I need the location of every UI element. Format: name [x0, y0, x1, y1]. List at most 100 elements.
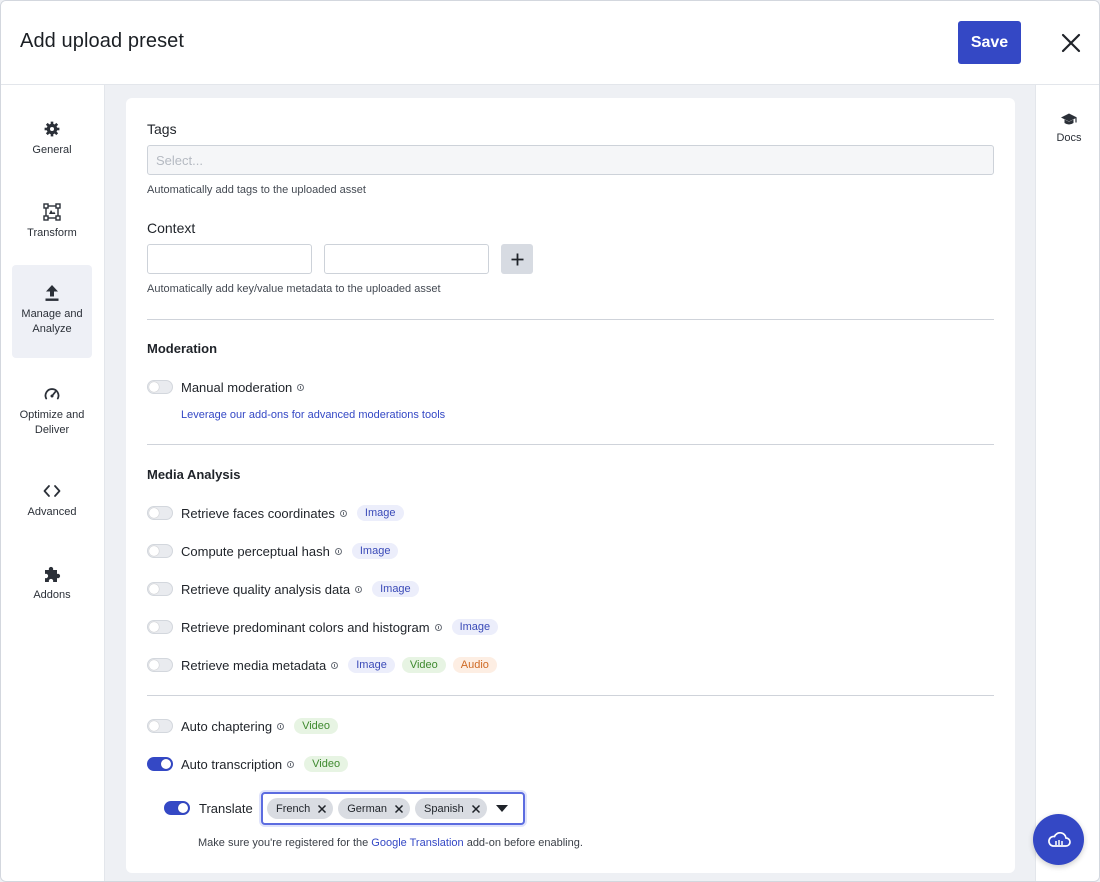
upload-icon — [42, 283, 62, 303]
context-value-input[interactable] — [324, 244, 489, 274]
video-badge: Video — [401, 657, 446, 673]
auto-transcription-toggle[interactable] — [147, 757, 173, 771]
perceptual-hash-toggle[interactable] — [147, 544, 173, 558]
sidebar-item-label: General — [32, 144, 72, 156]
sidebar-item-optimize-and-deliver[interactable]: Optimize and Deliver — [12, 384, 92, 438]
close-icon[interactable] — [1057, 29, 1085, 57]
chip-label: French — [276, 802, 311, 815]
sidebar-item-label: Manage and Analyze — [21, 308, 83, 335]
tags-label: Tags — [147, 121, 177, 137]
sidebar-item-transform[interactable]: Transform — [12, 202, 92, 241]
auto-chaptering-toggle[interactable] — [147, 719, 173, 733]
header: Add upload preset Save — [1, 1, 1099, 85]
audio-badge: Audio — [452, 657, 497, 673]
moderation-title: Moderation — [147, 341, 218, 356]
code-icon — [42, 481, 62, 501]
info-icon[interactable] — [434, 623, 442, 631]
info-icon[interactable] — [287, 760, 295, 768]
tags-select[interactable] — [147, 145, 994, 175]
media-metadata-label: Retrieve media metadata — [181, 657, 327, 673]
faces-coordinates-label: Retrieve faces coordinates — [181, 505, 335, 521]
quality-analysis-row: Retrieve quality analysis data Image — [147, 579, 419, 599]
language-chip-french: French — [267, 798, 334, 819]
quality-analysis-label: Retrieve quality analysis data — [181, 581, 351, 597]
sidebar-item-general[interactable]: General — [12, 119, 92, 158]
auto-transcription-label: Auto transcription — [181, 756, 283, 772]
sidebar-item-label: Transform — [27, 227, 77, 239]
translate-row: Translate — [164, 792, 253, 824]
sidebar-item-label: Advanced — [27, 506, 77, 518]
sidebar-item-addons[interactable]: Addons — [12, 564, 92, 603]
docs-button[interactable]: Docs — [1036, 111, 1099, 144]
translate-languages-select[interactable]: French German Spanish — [261, 792, 525, 825]
page-title: Add upload preset — [20, 30, 185, 52]
sidebar-item-label: Optimize and Deliver — [19, 409, 85, 436]
gauge-icon — [42, 384, 62, 404]
plus-icon — [511, 253, 523, 265]
predominant-colors-label: Retrieve predominant colors and histogra… — [181, 619, 430, 635]
context-label: Context — [147, 220, 196, 236]
image-badge: Image — [348, 657, 395, 673]
predominant-colors-toggle[interactable] — [147, 620, 173, 634]
image-badge: Image — [372, 581, 419, 597]
translate-note: Make sure you're registered for the Goog… — [198, 837, 583, 849]
docs-label: Docs — [1056, 132, 1082, 144]
context-helper: Automatically add key/value metadata to … — [147, 283, 441, 295]
auto-chaptering-label: Auto chaptering — [181, 718, 273, 734]
save-button[interactable]: Save — [958, 21, 1021, 64]
chip-label: German — [347, 802, 387, 815]
cloud-icon — [1047, 831, 1071, 847]
sidebar-item-manage-and-analyze[interactable]: Manage and Analyze — [12, 265, 92, 358]
auto-chaptering-row: Auto chaptering Video — [147, 716, 339, 736]
info-icon[interactable] — [277, 722, 285, 730]
close-icon[interactable] — [471, 804, 481, 814]
quality-analysis-toggle[interactable] — [147, 582, 173, 596]
image-badge: Image — [351, 543, 399, 559]
close-icon[interactable] — [394, 804, 404, 814]
add-context-button[interactable] — [501, 244, 533, 274]
note-text: Make sure you're registered for the — [198, 837, 372, 849]
faces-coordinates-row: Retrieve faces coordinates Image — [147, 503, 404, 523]
graduation-cap-icon — [1059, 111, 1079, 129]
media-metadata-row: Retrieve media metadata Image Video Audi… — [147, 655, 497, 675]
right-rail: Docs — [1035, 85, 1099, 881]
close-icon[interactable] — [317, 804, 327, 814]
perceptual-hash-label: Compute perceptual hash — [181, 543, 330, 559]
note-text: add-on before enabling. — [463, 837, 583, 849]
image-badge: Image — [356, 505, 404, 521]
info-icon[interactable] — [355, 585, 363, 593]
info-icon[interactable] — [339, 509, 347, 517]
info-icon[interactable] — [297, 383, 305, 391]
modal-frame: Add upload preset Save General Transform… — [0, 0, 1100, 882]
settings-card: Tags Automatically add tags to the uploa… — [126, 98, 1015, 873]
context-key-input[interactable] — [147, 244, 312, 274]
sidebar: General Transform Manage and Analyze Opt… — [1, 85, 105, 881]
google-translation-link[interactable]: Google Translation — [371, 837, 463, 849]
sidebar-item-label: Addons — [33, 589, 71, 601]
sidebar-item-advanced[interactable]: Advanced — [12, 481, 92, 520]
perceptual-hash-row: Compute perceptual hash Image — [147, 541, 399, 561]
language-chip-german: German — [338, 798, 410, 819]
media-metadata-toggle[interactable] — [147, 658, 173, 672]
video-badge: Video — [304, 756, 349, 772]
gear-icon — [42, 119, 62, 139]
puzzle-icon — [42, 564, 62, 584]
predominant-colors-row: Retrieve predominant colors and histogra… — [147, 617, 499, 637]
video-badge: Video — [294, 718, 339, 734]
info-icon[interactable] — [331, 661, 339, 669]
info-icon[interactable] — [334, 547, 342, 555]
transform-icon — [42, 202, 62, 222]
translate-toggle[interactable] — [164, 801, 190, 815]
tags-helper: Automatically add tags to the uploaded a… — [147, 184, 366, 196]
divider — [147, 444, 994, 445]
manual-moderation-toggle[interactable] — [147, 380, 173, 394]
divider — [147, 695, 994, 696]
chevron-down-icon[interactable] — [495, 805, 508, 812]
language-chip-spanish: Spanish — [415, 798, 487, 819]
faces-coordinates-toggle[interactable] — [147, 506, 173, 520]
media-analysis-title: Media Analysis — [147, 467, 241, 482]
auto-transcription-row: Auto transcription Video — [147, 754, 349, 774]
translate-label: Translate — [199, 800, 253, 816]
cloud-help-button[interactable] — [1033, 814, 1084, 865]
moderation-addons-link[interactable]: Leverage our add-ons for advanced modera… — [181, 409, 445, 421]
